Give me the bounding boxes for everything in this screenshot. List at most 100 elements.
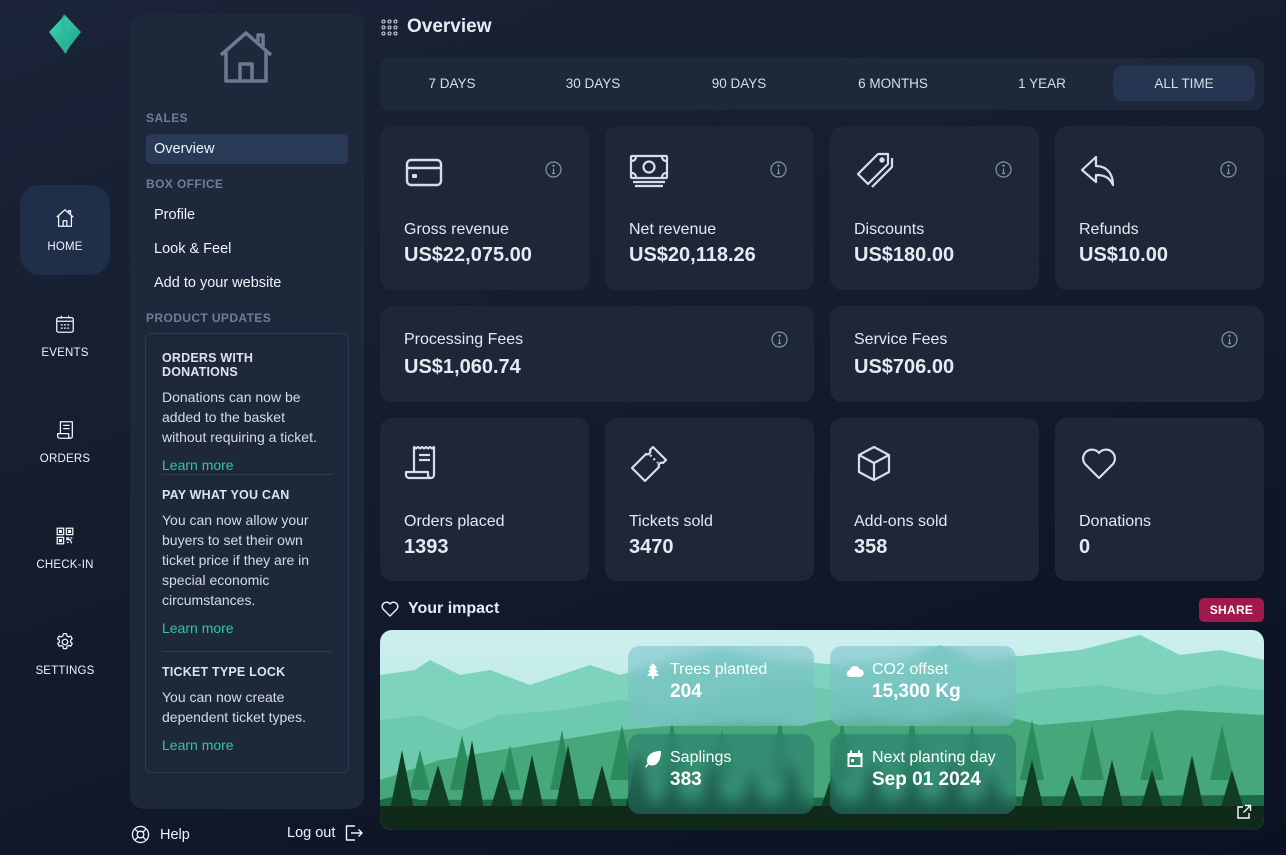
- icon-rail: HOME EVENTS ORDERS CHECK-IN SETTINGS: [0, 0, 130, 855]
- secondary-nav: SALES Overview BOX OFFICE Profile Look &…: [130, 14, 364, 809]
- stat-label: Tickets sold: [629, 513, 713, 530]
- nav-item-profile[interactable]: Profile: [146, 200, 348, 230]
- nav-item-overview[interactable]: Overview: [146, 134, 348, 164]
- info-icon[interactable]: [770, 161, 787, 178]
- learn-more-link[interactable]: Learn more: [162, 620, 332, 636]
- tab-7-days[interactable]: 7 DAYS: [381, 66, 523, 101]
- stat-label: Discounts: [854, 221, 925, 238]
- heart-icon: [1082, 448, 1116, 480]
- date-range-tabs: 7 DAYS 30 DAYS 90 DAYS 6 MONTHS 1 YEAR A…: [380, 58, 1264, 110]
- reply-arrow-icon: [1080, 155, 1115, 187]
- rail-label: ORDERS: [39, 453, 91, 465]
- share-button[interactable]: SHARE: [1199, 598, 1264, 622]
- update-item: TICKET TYPE LOCK You can now create depe…: [162, 665, 332, 753]
- update-body: You can now create dependent ticket type…: [162, 689, 306, 725]
- logout-icon: [346, 825, 364, 841]
- rail-item-orders[interactable]: ORDERS: [20, 397, 110, 487]
- info-icon[interactable]: [771, 331, 788, 348]
- impact-stat-value: Sep 01 2024: [872, 769, 981, 790]
- tab-all-time[interactable]: ALL TIME: [1113, 66, 1255, 101]
- stat-label: Donations: [1079, 513, 1152, 530]
- info-icon[interactable]: [1221, 331, 1238, 348]
- tab-30-days[interactable]: 30 DAYS: [522, 66, 664, 101]
- stat-value: US$10.00: [1079, 244, 1168, 266]
- stat-card-donations: Donations 0: [1055, 418, 1264, 581]
- tag-icon: [856, 152, 894, 188]
- home-icon: [219, 31, 273, 83]
- impact-stat-value: 204: [670, 681, 702, 702]
- stat-label: Add-ons sold: [854, 513, 948, 530]
- receipt-icon: [57, 421, 73, 439]
- update-title: TICKET TYPE LOCK: [162, 665, 286, 679]
- impact-stat-label: Next planting day: [872, 749, 996, 766]
- qr-code-icon: [56, 527, 74, 545]
- stat-value: US$706.00: [854, 356, 955, 378]
- stat-label: Service Fees: [854, 331, 948, 348]
- impact-stat-trees-planted: Trees planted 204: [628, 646, 814, 726]
- impact-stat-saplings: Saplings 383: [628, 734, 814, 814]
- info-icon[interactable]: [995, 161, 1012, 178]
- credit-card-icon: [405, 158, 443, 187]
- rail-label: CHECK-IN: [36, 559, 94, 571]
- impact-stat-co2-offset: CO2 offset 15,300 Kg: [830, 646, 1016, 726]
- divider: [162, 651, 332, 652]
- gear-icon: [56, 633, 73, 650]
- home-icon: [56, 209, 74, 227]
- update-item: ORDERS WITH DONATIONS Donations can now …: [162, 351, 332, 473]
- tab-1-year[interactable]: 1 YEAR: [971, 66, 1113, 101]
- calendar-icon: [847, 750, 863, 767]
- section-label-box-office: BOX OFFICE: [146, 177, 224, 191]
- rail-label: HOME: [47, 241, 83, 253]
- update-body: You can now allow your buyers to set the…: [162, 512, 310, 608]
- stat-card-refunds: Refunds US$10.00: [1055, 126, 1264, 290]
- page-title: Overview: [381, 16, 492, 38]
- impact-title: Your impact: [408, 600, 500, 617]
- impact-stat-value: 15,300 Kg: [872, 681, 961, 702]
- stat-card-add-ons-sold: Add-ons sold 358: [830, 418, 1039, 581]
- stat-card-discounts: Discounts US$180.00: [830, 126, 1039, 290]
- rail-item-events[interactable]: EVENTS: [20, 291, 110, 381]
- rail-item-home[interactable]: HOME: [20, 185, 110, 275]
- page-heading: Overview: [407, 16, 492, 37]
- update-item: PAY WHAT YOU CAN You can now allow your …: [162, 488, 332, 636]
- section-label-product-updates: PRODUCT UPDATES: [146, 311, 272, 325]
- nav-item-add-to-website[interactable]: Add to your website: [146, 268, 348, 298]
- update-title: PAY WHAT YOU CAN: [162, 488, 290, 502]
- update-title: ORDERS WITH DONATIONS: [162, 351, 254, 379]
- info-icon[interactable]: [545, 161, 562, 178]
- grid-dots-icon: [381, 18, 398, 36]
- rail-item-settings[interactable]: SETTINGS: [20, 609, 110, 699]
- nav-item-look-feel[interactable]: Look & Feel: [146, 234, 348, 264]
- stat-card-service-fees: Service Fees US$706.00: [830, 306, 1264, 402]
- stat-card-processing-fees: Processing Fees US$1,060.74: [380, 306, 814, 402]
- learn-more-link[interactable]: Learn more: [162, 457, 332, 473]
- help-button[interactable]: Help: [131, 825, 190, 844]
- tree-icon: [647, 663, 659, 679]
- section-label-sales: SALES: [146, 111, 189, 125]
- rail-item-check-in[interactable]: CHECK-IN: [20, 503, 110, 593]
- logout-label: Log out: [287, 825, 336, 841]
- tab-90-days[interactable]: 90 DAYS: [668, 66, 810, 101]
- impact-banner: Trees planted 204 CO2 offset 15,300 Kg Sap…: [380, 630, 1264, 830]
- cloud-icon: [846, 665, 864, 678]
- stat-label: Gross revenue: [404, 221, 509, 238]
- stat-card-orders-placed: Orders placed 1393: [380, 418, 589, 581]
- logout-button[interactable]: Log out: [287, 825, 364, 841]
- stat-label: Orders placed: [404, 513, 505, 530]
- forest-landscape-illustration: [380, 630, 1264, 830]
- brand-logo-icon[interactable]: [48, 14, 82, 54]
- update-body: Donations can now be added to the basket…: [162, 389, 317, 445]
- stat-card-tickets-sold: Tickets sold 3470: [605, 418, 814, 581]
- stat-value: 358: [854, 536, 888, 558]
- impact-stat-label: CO2 offset: [872, 661, 949, 678]
- impact-stat-value: 383: [670, 769, 702, 790]
- product-updates-panel: ORDERS WITH DONATIONS Donations can now …: [145, 333, 349, 773]
- stat-value: US$22,075.00: [404, 244, 532, 266]
- learn-more-link[interactable]: Learn more: [162, 737, 332, 753]
- tab-6-months[interactable]: 6 MONTHS: [822, 66, 964, 101]
- info-icon[interactable]: [1220, 161, 1237, 178]
- banknotes-icon: [629, 154, 669, 188]
- stat-value: US$180.00: [854, 244, 955, 266]
- stat-label: Refunds: [1079, 221, 1139, 238]
- external-link-icon[interactable]: [1236, 804, 1252, 820]
